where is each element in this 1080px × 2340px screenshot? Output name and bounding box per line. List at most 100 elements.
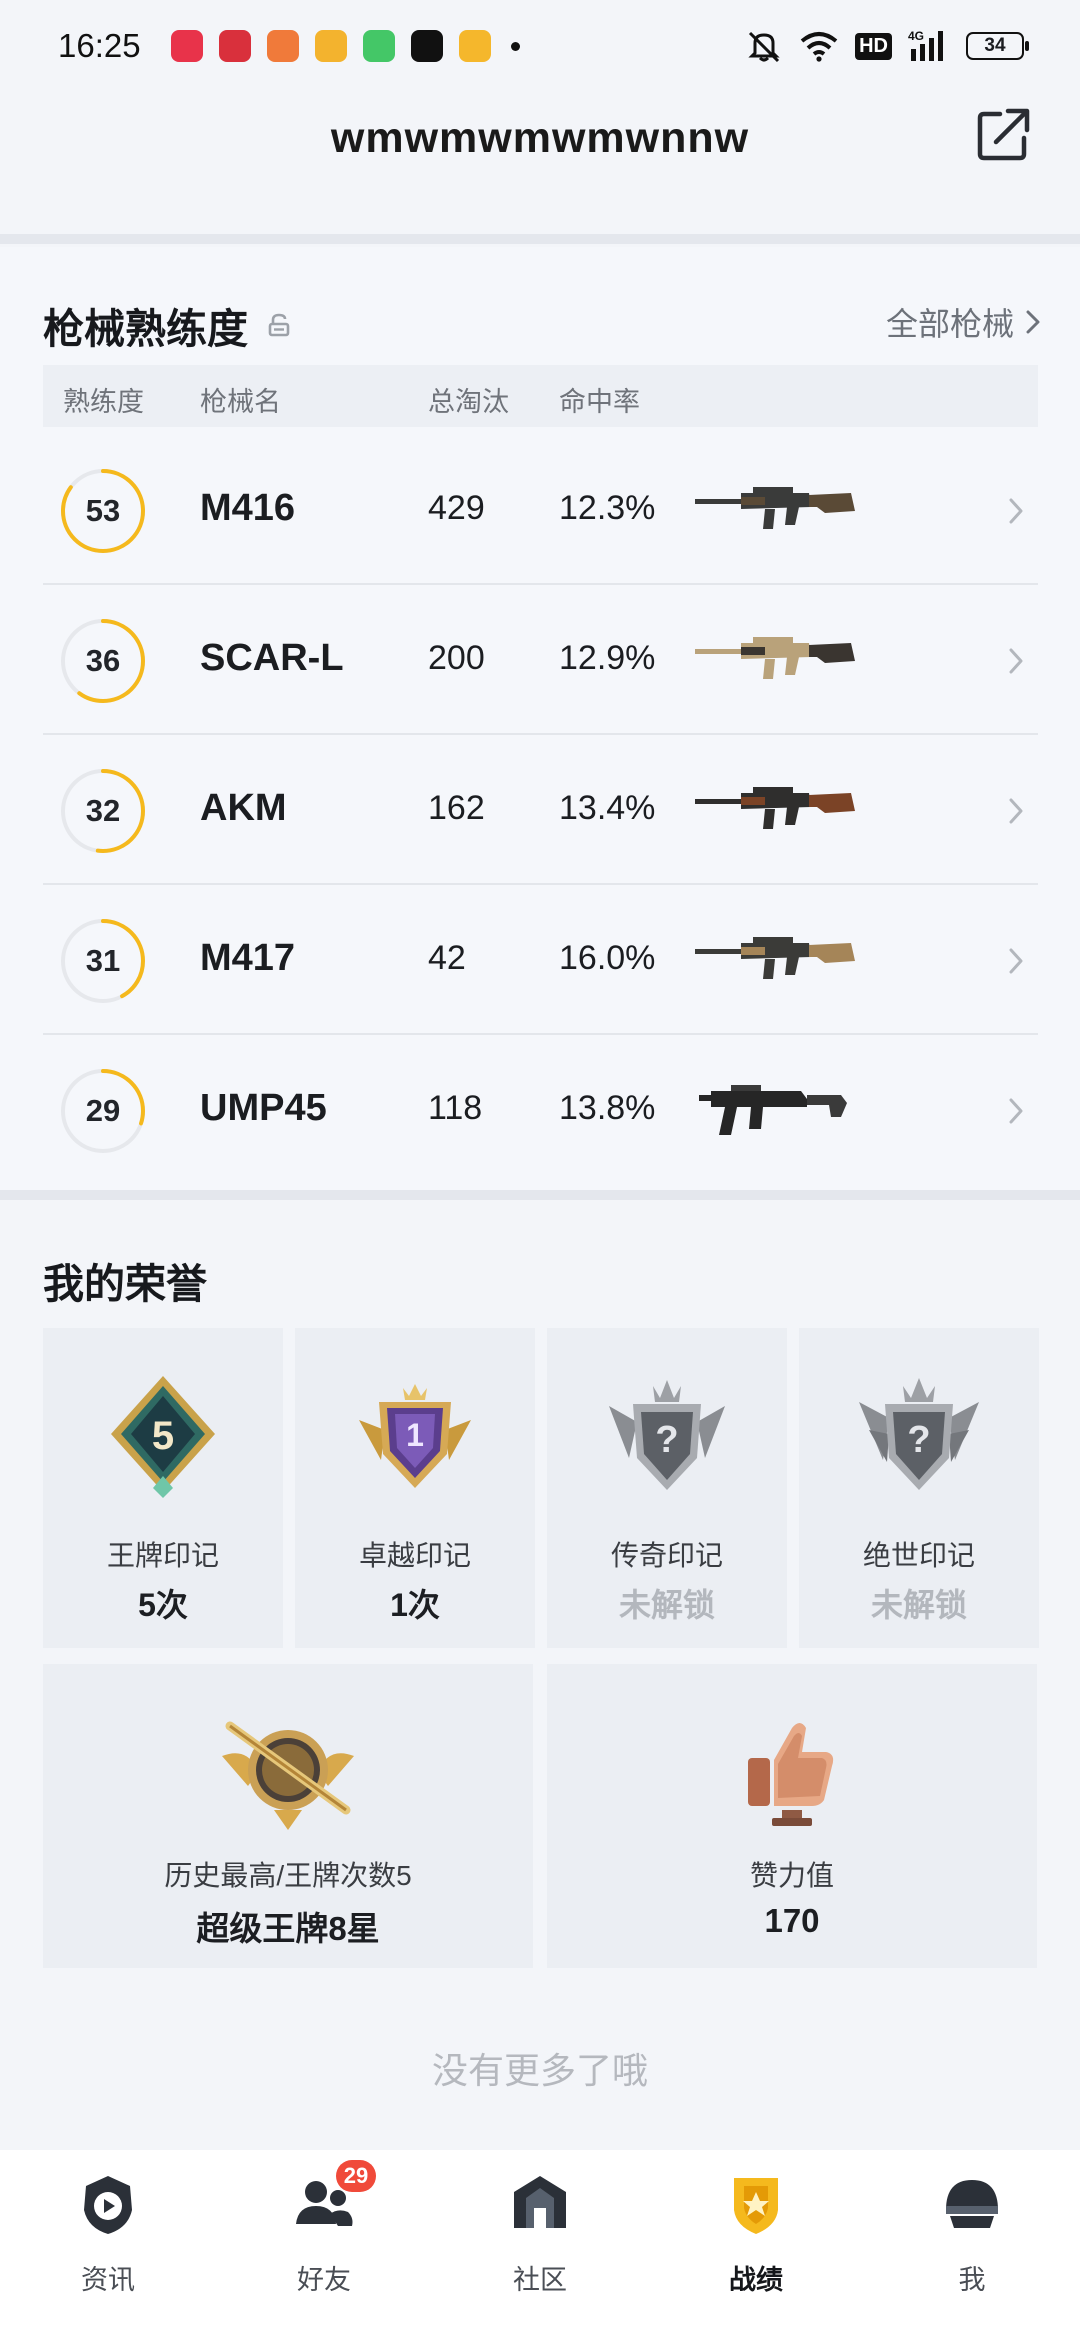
likes-card[interactable]: 赞力值 170 xyxy=(547,1664,1037,1968)
weapon-hit-rate: 12.3% xyxy=(559,489,656,527)
weapon-row[interactable]: 29 UMP45 118 13.8% xyxy=(43,1035,1038,1185)
nav-item-record[interactable]: 战绩 xyxy=(648,2150,864,2340)
weapon-name: UMP45 xyxy=(200,1087,327,1129)
weapon-silhouette-part xyxy=(741,947,765,955)
badge-name: 传奇印记 xyxy=(610,1540,723,1571)
ace-mark-badge-icon: 5 xyxy=(111,1376,215,1498)
svg-text:4G: 4G xyxy=(908,29,924,43)
weapon-silhouette-part xyxy=(741,497,765,505)
helmet-profile-icon xyxy=(946,2180,998,2228)
chevron-right-path xyxy=(1009,1098,1023,1124)
weapon-silhouette-part xyxy=(695,799,745,804)
ace-mark-card[interactable]: 5 王牌印记 5次 xyxy=(43,1328,283,1648)
peerless-mark-badge-icon: ? xyxy=(859,1378,979,1490)
proficiency-level: 29 xyxy=(85,1093,121,1128)
excellence-mark-card[interactable]: 1 卓越印记 1次 xyxy=(295,1328,535,1648)
badge-name: 王牌印记 xyxy=(106,1540,219,1571)
weapon-silhouette-part xyxy=(763,809,775,829)
badge-locked-status: 未解锁 xyxy=(870,1587,967,1623)
svg-text:?: ? xyxy=(655,1419,678,1461)
highest-rank-value: 超级王牌8星 xyxy=(196,1910,380,1947)
nav-item-news[interactable]: 资讯 xyxy=(0,2150,216,2340)
honors-section-title: 我的荣誉 xyxy=(43,1261,207,1307)
weapon-hit-rate: 13.8% xyxy=(559,1089,656,1127)
weapon-total-kills: 429 xyxy=(428,489,485,527)
weapon-row[interactable]: 53 M416 429 12.3% xyxy=(43,435,1038,585)
end-of-list-text: 没有更多了哦 xyxy=(431,2050,648,2091)
record-shield-icon xyxy=(734,2178,778,2234)
chevron-right-icon xyxy=(1009,498,1023,524)
highest-rank-label: 历史最高/王牌次数5 xyxy=(164,1860,412,1891)
weapon-row[interactable]: 36 SCAR-L 200 12.9% xyxy=(43,585,1038,735)
weapon-silhouette-part xyxy=(753,637,793,643)
share-out-icon[interactable] xyxy=(974,104,1034,164)
nav-item-friends[interactable]: 29 好友 xyxy=(216,2150,432,2340)
weapon-hit-rate: 13.4% xyxy=(559,789,656,827)
wifi-icon xyxy=(800,32,838,62)
super-ace-emblem-icon xyxy=(222,1721,354,1830)
proficiency-level: 32 xyxy=(85,793,121,828)
weapon-silhouette-part xyxy=(763,509,775,529)
weapon-table-header: 熟练度 枪械名 总淘汰 命中率 xyxy=(43,365,1038,427)
proficiency-level: 53 xyxy=(85,493,121,528)
nav-item-community[interactable]: 社区 xyxy=(432,2150,648,2340)
weapon-silhouette-part xyxy=(753,937,793,943)
column-header-total-kills: 总淘汰 xyxy=(428,387,509,417)
svg-text:1: 1 xyxy=(406,1417,424,1453)
weapon-total-kills: 162 xyxy=(428,789,485,827)
weapon-hit-rate: 16.0% xyxy=(559,939,656,977)
weapon-row[interactable]: 31 M417 42 16.0% xyxy=(43,885,1038,1035)
badge-name: 绝世印记 xyxy=(862,1540,975,1571)
chevron-right-path xyxy=(1009,648,1023,674)
weapon-row[interactable]: 32 AKM 162 13.4% xyxy=(43,735,1038,885)
weapon-total-kills: 200 xyxy=(428,639,485,677)
weapon-name: M416 xyxy=(200,487,296,529)
nav-label: 资讯 xyxy=(81,2265,135,2295)
section-divider xyxy=(0,234,1080,244)
weapon-silhouette-part xyxy=(731,1085,761,1091)
chevron-right-icon xyxy=(1009,648,1023,674)
page-header: wmwmwmwmwnnw xyxy=(0,92,1080,232)
peerless-mark-card[interactable]: ? 绝世印记 未解锁 xyxy=(799,1328,1039,1648)
notification-app-icons xyxy=(170,30,491,62)
notification-app-icon xyxy=(362,30,395,62)
notification-app-icon xyxy=(314,30,347,62)
weapon-silhouette-part xyxy=(749,1107,763,1129)
lock-icon[interactable] xyxy=(268,313,290,337)
nav-label: 好友 xyxy=(297,2265,351,2295)
svg-text:?: ? xyxy=(907,1419,930,1461)
chevron-right-icon xyxy=(1009,948,1023,974)
weapon-silhouette-part xyxy=(753,487,793,493)
weapon-silhouette-part xyxy=(695,949,745,954)
legend-mark-card[interactable]: ? 传奇印记 未解锁 xyxy=(547,1328,787,1648)
excellence-mark-badge-icon: 1 xyxy=(359,1384,471,1488)
mute-bell-icon xyxy=(748,31,780,63)
bottom-navigation: 资讯 29 好友 社区 战绩 我 xyxy=(0,2150,1080,2340)
weapon-silhouette-part xyxy=(711,1091,807,1107)
chevron-right-path xyxy=(1009,948,1023,974)
svg-text:5: 5 xyxy=(152,1414,174,1458)
column-header-hit-rate: 命中率 xyxy=(559,387,640,417)
weapon-silhouette-part xyxy=(785,657,799,675)
weapon-total-kills: 118 xyxy=(428,1089,483,1127)
all-weapons-link[interactable]: 全部枪械 xyxy=(886,299,1040,345)
likes-label: 赞力值 xyxy=(749,1860,834,1891)
status-time: 16:25 xyxy=(58,27,141,64)
weapon-silhouette-part xyxy=(785,507,799,525)
weapon-proficiency-section: 枪械熟练度 全部枪械 熟练度 枪械名 总淘汰 命中率 53 M416 429 12.3… xyxy=(0,247,1080,1190)
weapon-silhouette-part xyxy=(753,787,793,793)
weapon-silhouette-part xyxy=(785,807,799,825)
nav-item-me[interactable]: 我 xyxy=(864,2150,1080,2340)
weapon-section-header: 枪械熟练度 xyxy=(43,295,290,355)
badge-name: 卓越印记 xyxy=(358,1540,471,1571)
notification-app-icon xyxy=(410,30,443,62)
weapon-silhouette-part xyxy=(741,647,765,655)
column-header-weapon-name: 枪械名 xyxy=(200,387,281,417)
highest-rank-card[interactable]: 历史最高/王牌次数5 超级王牌8星 xyxy=(43,1664,533,1968)
honors-section: 我的荣誉 5 王牌印记 5次 1 卓越印记 1次 ? 传奇印记 未解锁 ? 绝世… xyxy=(0,1200,1080,2150)
weapon-silhouette-part xyxy=(695,649,745,654)
chevron-right-icon xyxy=(1009,798,1023,824)
more-notifications-dot xyxy=(510,41,520,51)
legend-mark-badge-icon: ? xyxy=(609,1380,725,1490)
weapon-name: AKM xyxy=(200,787,287,829)
